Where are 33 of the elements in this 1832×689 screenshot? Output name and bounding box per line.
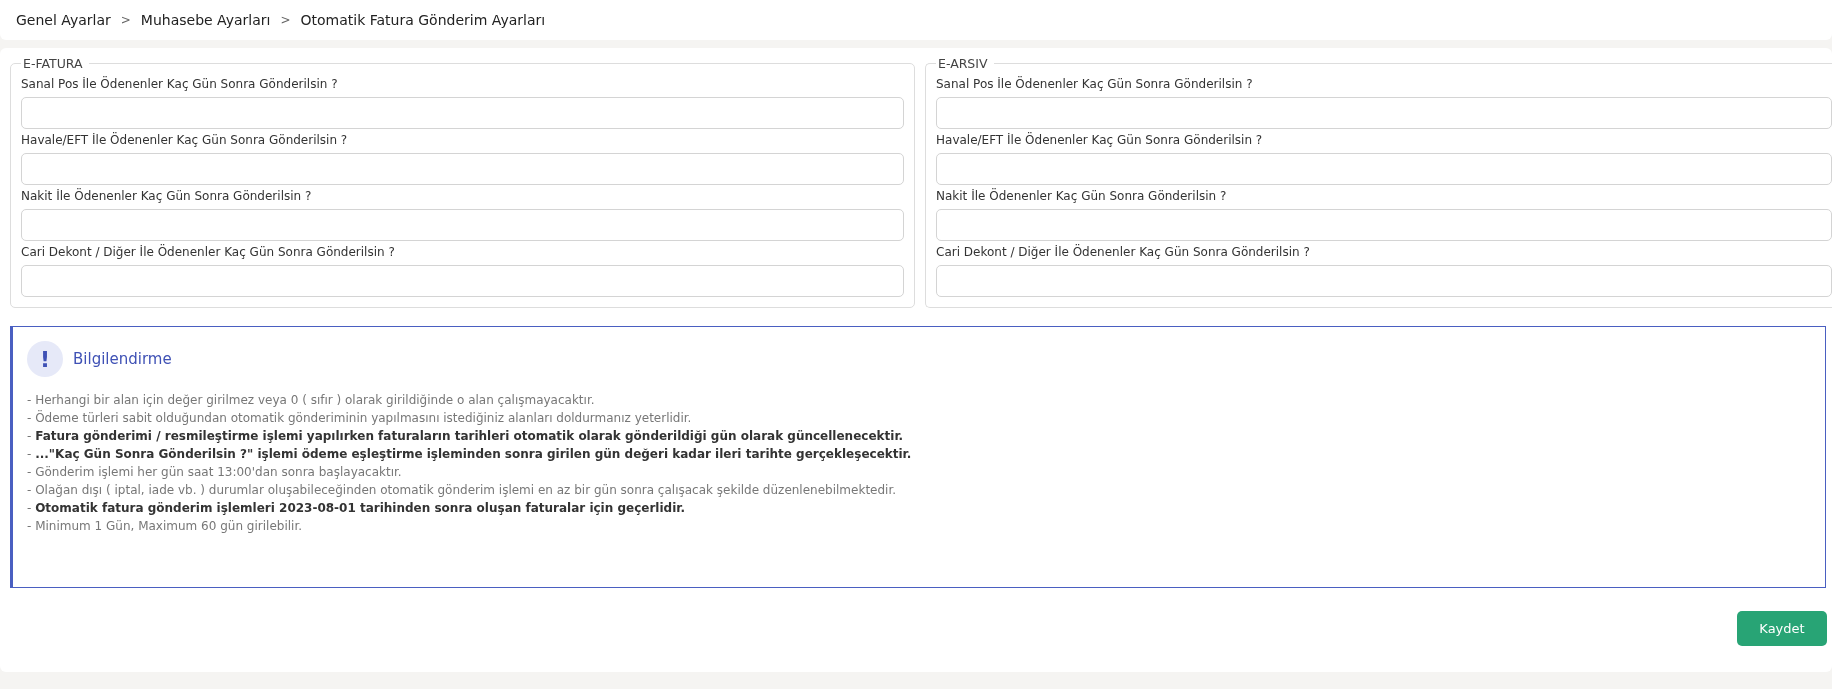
field-label: Nakit İle Ödenenler Kaç Gün Sonra Gönderilsin ? <box>936 189 1228 203</box>
field-label: Sanal Pos İle Ödenenler Kaç Gün Sonra Gönderilsin ? <box>21 77 339 91</box>
group-title: E-FATURA <box>22 56 84 71</box>
field-label: Havale/EFT İle Ödenenler Kaç Gün Sonra Gönderilsin ? <box>936 133 1264 147</box>
input-field[interactable] <box>936 265 1832 297</box>
field-label: Cari Dekont / Diğer İle Ödenenler Kaç Gün Sonra Gönderilsin ? <box>21 245 396 259</box>
input-field[interactable] <box>21 97 904 129</box>
input-field[interactable] <box>936 153 1832 185</box>
field-label: Cari Dekont / Diğer İle Ödenenler Kaç Gün Sonra Gönderilsin ? <box>936 245 1311 259</box>
breadcrumb-item[interactable]: Genel Ayarlar <box>16 12 111 28</box>
field-label: Havale/EFT İle Ödenenler Kaç Gün Sonra Gönderilsin ? <box>21 133 349 147</box>
info-text: - Fatura gönderimi / resmileştirme işlemi yapılırken faturaların tarihleri otomatik olarak gönderildiği gün olarak güncellenecektir. <box>27 428 905 445</box>
breadcrumb-item[interactable]: Muhasebe Ayarları <box>140 12 271 28</box>
field-label: Nakit İle Ödenenler Kaç Gün Sonra Gönderilsin ? <box>21 189 313 203</box>
group-title: E-ARSIV <box>937 56 989 71</box>
info-text: - Minimum 1 Gün, Maximum 60 gün girilebilir. <box>27 518 304 535</box>
field-label: Sanal Pos İle Ödenenler Kaç Gün Sonra Gönderilsin ? <box>936 77 1254 91</box>
info-text: - Ödeme türleri sabit olduğundan otomatik gönderiminin yapılmasını istediğiniz alanları doldurmanız yeterlidir. <box>27 409 693 427</box>
info-text: - Herhangi bir alan için değer girilmez veya 0 ( sıfır ) olarak girildiğinde o alan çalışmayacaktır. <box>27 392 596 409</box>
info-title: Bilgilendirme <box>73 350 172 368</box>
input-field[interactable] <box>936 97 1832 129</box>
breadcrumb-separator: > <box>120 13 131 27</box>
breadcrumb-separator: > <box>280 13 291 27</box>
info-text: - Gönderim işlemi her gün saat 13:00'dan sonra başlayacaktır. <box>27 464 403 481</box>
input-field[interactable] <box>21 265 904 297</box>
breadcrumb-item: Otomatik Fatura Gönderim Ayarları <box>300 12 546 28</box>
input-field[interactable] <box>936 209 1832 241</box>
input-field[interactable] <box>21 209 904 241</box>
exclamation-icon: ! <box>27 341 63 377</box>
info-text: - Otomatik fatura gönderim işlemleri 2023-08-01 tarihinden sonra oluşan faturalar için geçerlidir. <box>27 500 687 517</box>
info-text: - ..."Kaç Gün Sonra Gönderilsin ?" işlemi ödeme eşleştirme işleminden sonra girilen gün değeri kadar ileri tarihte gerçekleşecektir. <box>27 446 913 463</box>
input-field[interactable] <box>21 153 904 185</box>
info-text: - Olağan dışı ( iptal, iade vb. ) durumlar oluşabileceğinden otomatik gönderim işlemi en az bir gün sonra çalışacak şekilde düzenlenebilmektedir. <box>27 482 898 499</box>
